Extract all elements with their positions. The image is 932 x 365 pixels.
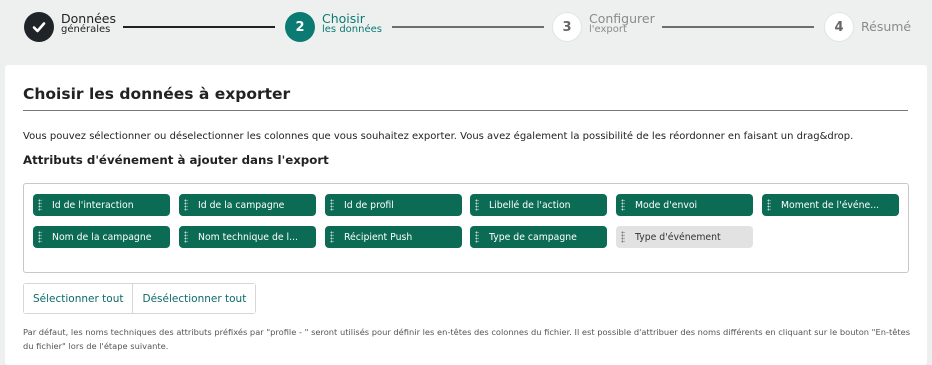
step-subtitle: l'export: [589, 24, 627, 36]
drag-handle-icon[interactable]: [475, 199, 479, 211]
step-resume[interactable]: 4 Résumé: [824, 12, 911, 42]
attributes-title: Attributs d'événement à ajouter dans l'e…: [23, 153, 329, 167]
main-card: Choisir les données à exporter Vous pouv…: [5, 65, 927, 365]
drag-handle-icon[interactable]: [767, 199, 771, 211]
chip-label: Mode d'envoi: [635, 199, 698, 211]
drag-handle-icon[interactable]: [184, 199, 188, 211]
drag-handle-icon[interactable]: [184, 231, 188, 243]
step-number: 2: [285, 12, 315, 42]
select-all-button[interactable]: Sélectionner tout: [24, 284, 133, 313]
step-donnees-generales[interactable]: Données générales: [24, 12, 116, 42]
attribute-chip[interactable]: Id de l'interaction: [33, 194, 170, 216]
chip-label: Libellé de l'action: [489, 199, 571, 211]
help-note: Par défaut, les noms techniques des attr…: [23, 327, 911, 351]
drag-handle-icon[interactable]: [330, 231, 334, 243]
step-choisir[interactable]: 2 Choisir les données: [285, 12, 382, 42]
step-number: 3: [552, 12, 582, 42]
drag-handle-icon[interactable]: [330, 199, 334, 211]
attribute-chip[interactable]: Type de campagne: [470, 226, 607, 248]
attribute-chip-unselected[interactable]: Type d'événement: [616, 226, 753, 248]
check-icon: [24, 12, 54, 42]
attribute-chip[interactable]: Nom de la campagne: [33, 226, 170, 248]
attribute-chip[interactable]: Mode d'envoi: [616, 194, 753, 216]
attribute-chip[interactable]: Id de profil: [325, 194, 462, 216]
page-title: Choisir les données à exporter: [23, 85, 291, 103]
drag-handle-icon[interactable]: [38, 199, 42, 211]
selection-button-group: Sélectionner tout Désélectionner tout: [23, 283, 257, 314]
chip-label: Type de campagne: [489, 231, 577, 243]
step-connector: [123, 26, 275, 28]
attribute-chip[interactable]: Moment de l'événe...: [762, 194, 899, 216]
drag-handle-icon[interactable]: [38, 231, 42, 243]
deselect-all-button[interactable]: Désélectionner tout: [132, 284, 256, 313]
step-connector: [392, 26, 544, 28]
drag-handle-icon[interactable]: [475, 231, 479, 243]
drag-handle-icon[interactable]: [621, 231, 625, 243]
drag-handle-icon[interactable]: [621, 199, 625, 211]
attribute-chip[interactable]: Récipient Push: [325, 226, 462, 248]
step-number: 4: [824, 12, 854, 42]
attributes-chip-list: Id de l'interaction Id de la campagne Id…: [23, 183, 909, 273]
step-subtitle: générales: [61, 24, 111, 36]
chip-label: Récipient Push: [344, 231, 413, 243]
attribute-chip[interactable]: Libellé de l'action: [470, 194, 607, 216]
title-divider: [23, 110, 908, 111]
stepper: Données générales 2 Choisir les données …: [0, 0, 932, 58]
chip-label: Nom de la campagne: [52, 231, 152, 243]
chip-label: Type d'événement: [635, 231, 721, 243]
description-text: Vous pouvez sélectionner ou déselectionn…: [23, 131, 854, 142]
chip-label: Nom technique de l...: [198, 231, 298, 243]
attribute-chip[interactable]: Id de la campagne: [179, 194, 316, 216]
attribute-chip[interactable]: Nom technique de l...: [179, 226, 316, 248]
chip-label: Id de l'interaction: [52, 199, 134, 211]
step-title: Résumé: [861, 19, 912, 34]
chip-label: Moment de l'événe...: [781, 199, 880, 211]
chip-label: Id de profil: [344, 199, 394, 211]
chip-label: Id de la campagne: [198, 199, 285, 211]
step-connector: [662, 26, 814, 28]
step-subtitle: les données: [322, 24, 382, 36]
step-configurer[interactable]: 3 Configurer l'export: [552, 12, 655, 42]
